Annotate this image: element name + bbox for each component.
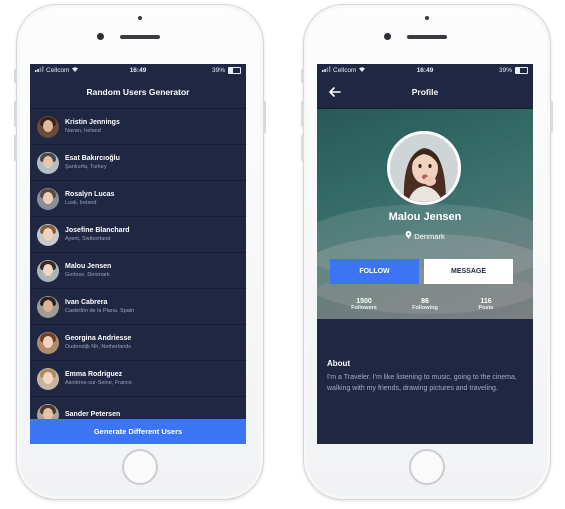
power-button bbox=[263, 101, 266, 133]
user-list-screen: Cellcom 16:49 39% Random Users Generator… bbox=[30, 64, 246, 444]
avatar bbox=[37, 187, 59, 210]
wifi-icon bbox=[358, 66, 366, 74]
user-location: Ayent, Switzerland bbox=[65, 236, 111, 242]
sensor-dot bbox=[138, 16, 142, 20]
user-name: Sander Petersen bbox=[65, 411, 121, 418]
battery-icon bbox=[515, 66, 528, 74]
list-header: Random Users Generator bbox=[30, 76, 246, 109]
profile-location-text: Denmark bbox=[414, 231, 445, 241]
stat-posts: 116 Posts bbox=[461, 298, 511, 311]
avatar bbox=[37, 151, 59, 174]
earpiece-speaker bbox=[120, 35, 160, 39]
stat-following: 86 Following bbox=[400, 298, 450, 311]
clock: 16:49 bbox=[129, 66, 147, 74]
list-item[interactable]: Malou Jensen Gerlese, Denmark bbox=[30, 253, 246, 289]
sensor-dot bbox=[425, 16, 429, 20]
avatar bbox=[37, 223, 59, 246]
avatar bbox=[37, 295, 59, 318]
user-name: Josefine Blanchard bbox=[65, 227, 130, 234]
battery-percent: 39% bbox=[498, 66, 512, 74]
user-name: Rosalyn Lucas bbox=[65, 191, 115, 198]
carrier-label: Cellcom bbox=[333, 66, 357, 74]
home-button bbox=[409, 449, 445, 485]
stat-value: 1500 bbox=[356, 298, 372, 305]
user-list: Kristin Jennings Navan, Ireland Esat Bakı… bbox=[30, 109, 246, 433]
battery-percent: 39% bbox=[211, 66, 225, 74]
list-item[interactable]: Kristin Jennings Navan, Ireland bbox=[30, 109, 246, 145]
user-name: Kristin Jennings bbox=[65, 119, 120, 126]
status-bar: Cellcom 16:49 39% bbox=[30, 64, 246, 76]
user-location: Şanlıurfa, Turkey bbox=[65, 164, 107, 170]
volume-down-button bbox=[14, 135, 17, 161]
power-button bbox=[550, 101, 553, 133]
stat-value: 116 bbox=[480, 298, 492, 305]
about-heading: About bbox=[327, 359, 351, 368]
user-location: Gerlese, Denmark bbox=[65, 272, 110, 278]
status-bar: Cellcom 16:49 39% bbox=[317, 64, 533, 76]
profile-stats: 1500 Followers 86 Following 116 Posts bbox=[339, 298, 511, 311]
avatar bbox=[37, 259, 59, 282]
list-item[interactable]: Esat Bakırcıoğlu Şanlıurfa, Turkey bbox=[30, 145, 246, 181]
user-location: Asnières-sur-Seine, France bbox=[65, 380, 132, 386]
clock: 16:49 bbox=[416, 66, 434, 74]
user-name: Malou Jensen bbox=[65, 263, 112, 270]
volume-down-button bbox=[301, 135, 304, 161]
page-title: Profile bbox=[411, 87, 439, 97]
signal-icon bbox=[322, 66, 331, 74]
avatar bbox=[37, 115, 59, 138]
front-camera bbox=[384, 33, 391, 40]
stat-label: Posts bbox=[478, 305, 494, 311]
page-title: Random Users Generator bbox=[86, 87, 190, 97]
user-location: Lusk, Ireland bbox=[65, 200, 97, 206]
profile-screen: Cellcom 16:49 39% Profile Malou Jensen D… bbox=[317, 64, 533, 444]
arrow-left-icon[interactable] bbox=[327, 84, 343, 100]
profile-header: Profile bbox=[317, 76, 533, 109]
about-text: I'm a Traveler. I'm like listening to mu… bbox=[327, 374, 517, 392]
battery-icon bbox=[228, 66, 241, 74]
message-button[interactable]: MESSAGE bbox=[424, 259, 513, 284]
carrier-label: Cellcom bbox=[46, 66, 70, 74]
wifi-icon bbox=[71, 66, 79, 74]
phone-frame-left: Cellcom 16:49 39% Random Users Generator… bbox=[14, 4, 266, 500]
stat-value: 86 bbox=[421, 298, 429, 305]
home-button bbox=[122, 449, 158, 485]
generate-users-button[interactable]: Generate Different Users bbox=[30, 419, 246, 444]
user-name: Esat Bakırcıoğlu bbox=[65, 155, 120, 162]
map-pin-icon bbox=[405, 230, 412, 241]
mute-switch bbox=[14, 69, 17, 83]
user-name: Georgina Andriesse bbox=[65, 335, 132, 342]
stat-label: Followers bbox=[351, 305, 377, 311]
user-name: Emma Rodriguez bbox=[65, 371, 123, 378]
profile-cover: Malou Jensen Denmark FOLLOW MESSAGE 1500… bbox=[317, 109, 533, 319]
list-item[interactable]: Josefine Blanchard Ayent, Switzerland bbox=[30, 217, 246, 253]
profile-location: Denmark bbox=[317, 230, 533, 241]
list-item[interactable]: Emma Rodriguez Asnières-sur-Seine, France bbox=[30, 361, 246, 397]
avatar bbox=[37, 367, 59, 390]
user-location: Oudendijk Nh, Netherlands bbox=[65, 344, 132, 350]
list-item[interactable]: Georgina Andriesse Oudendijk Nh, Netherla… bbox=[30, 325, 246, 361]
volume-up-button bbox=[301, 101, 304, 127]
phone-frame-right: Cellcom 16:49 39% Profile Malou Jensen D… bbox=[301, 4, 553, 500]
avatar bbox=[37, 331, 59, 354]
user-name: Ivan Cabrera bbox=[65, 299, 108, 306]
stat-label: Following bbox=[412, 305, 438, 311]
stat-followers: 1500 Followers bbox=[339, 298, 389, 311]
user-location: Navan, Ireland bbox=[65, 128, 101, 134]
front-camera bbox=[97, 33, 104, 40]
list-item[interactable]: Ivan Cabrera Castellón de la Plana, Spain bbox=[30, 289, 246, 325]
profile-photo bbox=[387, 131, 461, 205]
mute-switch bbox=[301, 69, 304, 83]
signal-icon bbox=[35, 66, 44, 74]
volume-up-button bbox=[14, 101, 17, 127]
follow-button[interactable]: FOLLOW bbox=[330, 259, 419, 284]
user-location: Castellón de la Plana, Spain bbox=[65, 308, 135, 314]
profile-name: Malou Jensen bbox=[388, 211, 462, 223]
list-item[interactable]: Rosalyn Lucas Lusk, Ireland bbox=[30, 181, 246, 217]
earpiece-speaker bbox=[407, 35, 447, 39]
